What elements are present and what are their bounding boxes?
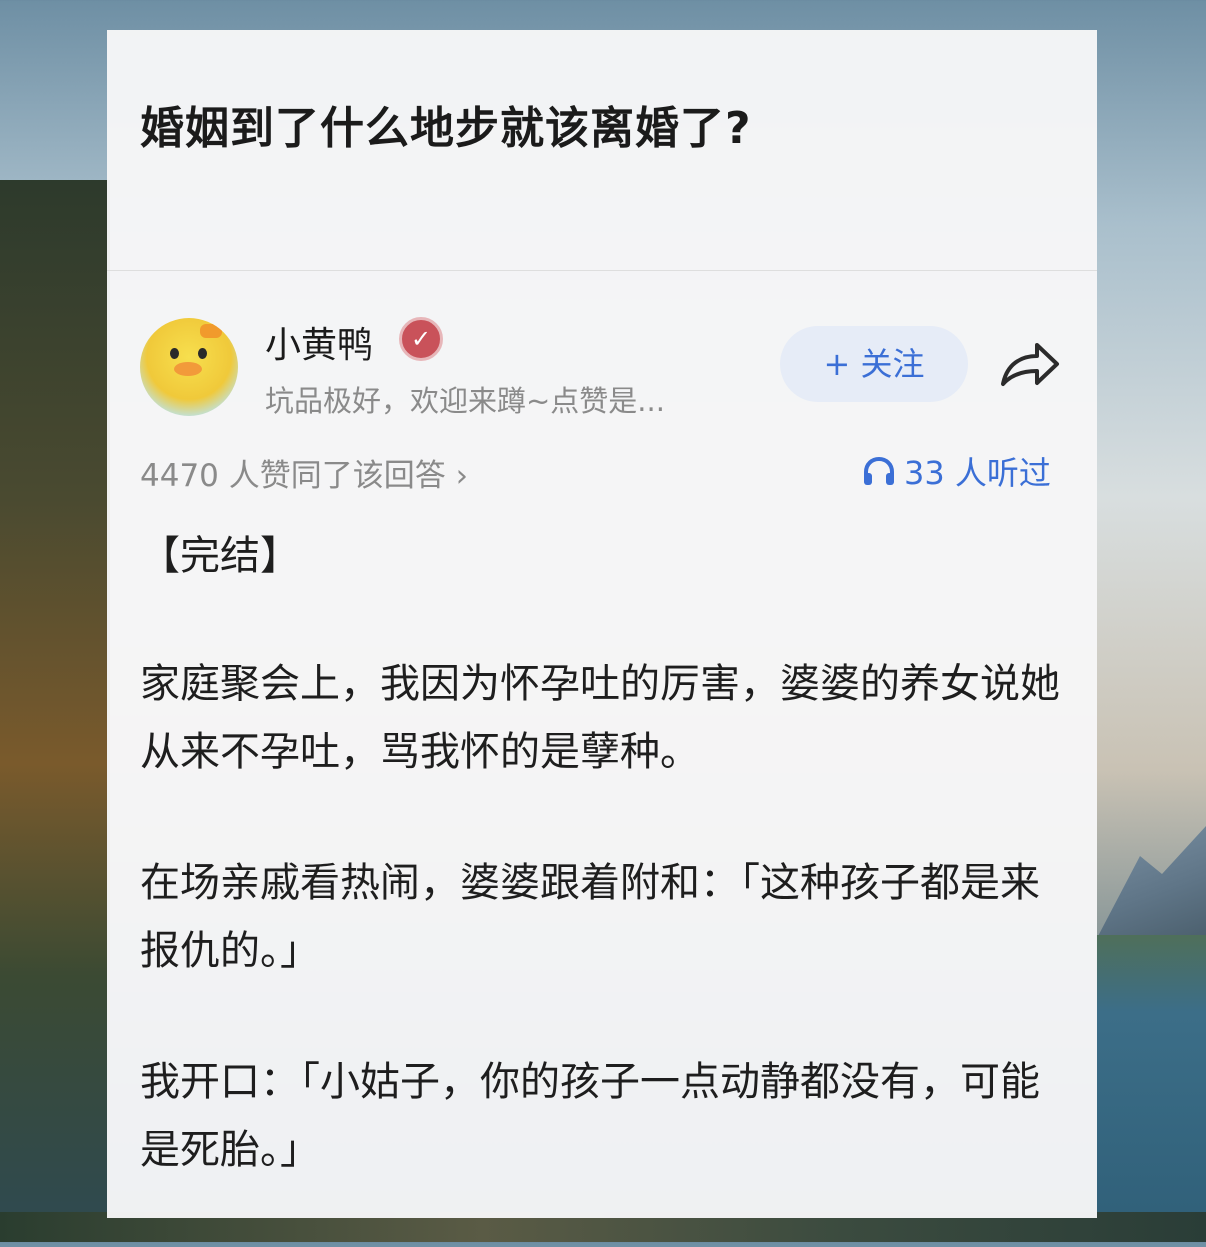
answer-paragraph: 我开口：「小姑子，你的孩子一点动静都没有，可能是死胎。」 xyxy=(140,1059,1040,1173)
answer-card: 婚姻到了什么地步就该离婚了? 小黄鸭 ✓ 坑品极好，欢迎来蹲~点赞是... + … xyxy=(107,30,1097,1218)
background-mountain xyxy=(1096,826,1206,940)
question-title[interactable]: 婚姻到了什么地步就该离婚了? xyxy=(140,92,752,156)
listen-count[interactable]: 33 人听过 xyxy=(862,448,1051,494)
listen-label: 33 人听过 xyxy=(904,454,1051,492)
answer-content: 【完结】 家庭聚会上，我因为怀孕吐的厉害，婆婆的养女说她从来不孕吐，骂我怀的是孽… xyxy=(140,522,1070,1247)
headphones-icon xyxy=(864,456,894,485)
answer-paragraph: 家庭聚会上，我因为怀孕吐的厉害，婆婆的养女说她从来不孕吐，骂我怀的是孽种。 xyxy=(140,661,1060,775)
author-description: 坑品极好，欢迎来蹲~点赞是... xyxy=(265,384,665,418)
verified-badge-icon: ✓ xyxy=(399,317,443,361)
answer-paragraph: 【完结】 xyxy=(140,533,300,579)
share-icon[interactable] xyxy=(999,340,1061,392)
likes-count[interactable]: 4470 人赞同了该回答 › xyxy=(140,450,468,495)
answer-paragraph: 在场亲戚看热闹，婆婆跟着附和：「这种孩子都是来报仇的。」 xyxy=(140,860,1040,974)
divider xyxy=(107,270,1097,271)
author-name[interactable]: 小黄鸭 xyxy=(265,316,373,368)
background-trees xyxy=(0,180,110,1242)
avatar[interactable] xyxy=(140,318,238,416)
background-lake xyxy=(1096,935,1206,1242)
follow-button[interactable]: + 关注 xyxy=(780,326,968,402)
